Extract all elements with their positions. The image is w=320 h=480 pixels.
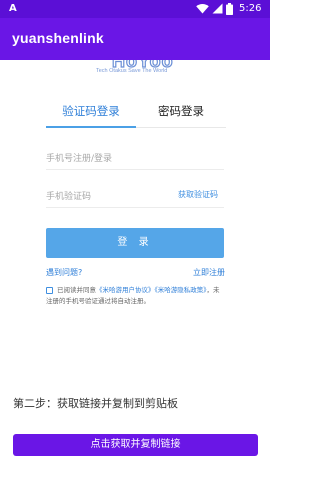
app-bar: yuanshenlink (0, 18, 270, 60)
register-link[interactable]: 立即注册 (193, 267, 225, 278)
wifi-icon (196, 3, 209, 14)
logo-tagline: Tech Otakus Save The World (96, 68, 168, 74)
app-title: yuanshenlink (12, 30, 104, 46)
get-code-button[interactable]: 获取验证码 (178, 189, 218, 200)
tab-password-login[interactable]: 密码登录 (136, 100, 226, 128)
code-field: 获取验证码 (46, 184, 224, 208)
user-agreement-link[interactable]: 《米哈游用户协议》 (96, 286, 155, 294)
agreement-prefix: 已阅读并同意 (57, 286, 96, 294)
phone-input[interactable] (46, 149, 166, 169)
login-tabs: 验证码登录 密码登录 (46, 100, 226, 128)
battery-icon (226, 3, 233, 15)
help-link[interactable]: 遇到问题? (46, 267, 82, 278)
brand-logo: HoYoo Tech Otakus Save The World (0, 60, 270, 80)
status-time: 5:26 (239, 3, 262, 14)
status-bar: A 5:26 (0, 0, 270, 18)
sms-code-input[interactable] (46, 187, 166, 207)
step-two-text: 第二步：获取链接并复制到剪贴板 (13, 397, 178, 410)
signal-icon (212, 3, 223, 14)
notification-a-icon: A (9, 3, 17, 14)
phone-field (46, 146, 224, 170)
privacy-policy-link[interactable]: 《米哈游隐私政策》 (155, 286, 207, 294)
login-button[interactable]: 登 录 (46, 228, 224, 258)
tab-sms-login[interactable]: 验证码登录 (46, 100, 136, 128)
copy-link-button[interactable]: 点击获取并复制链接 (13, 434, 258, 456)
agreement-text: 已阅读并同意《米哈游用户协议》《米哈游隐私政策》，未注册的手机号验证通过将自动注… (46, 285, 224, 307)
